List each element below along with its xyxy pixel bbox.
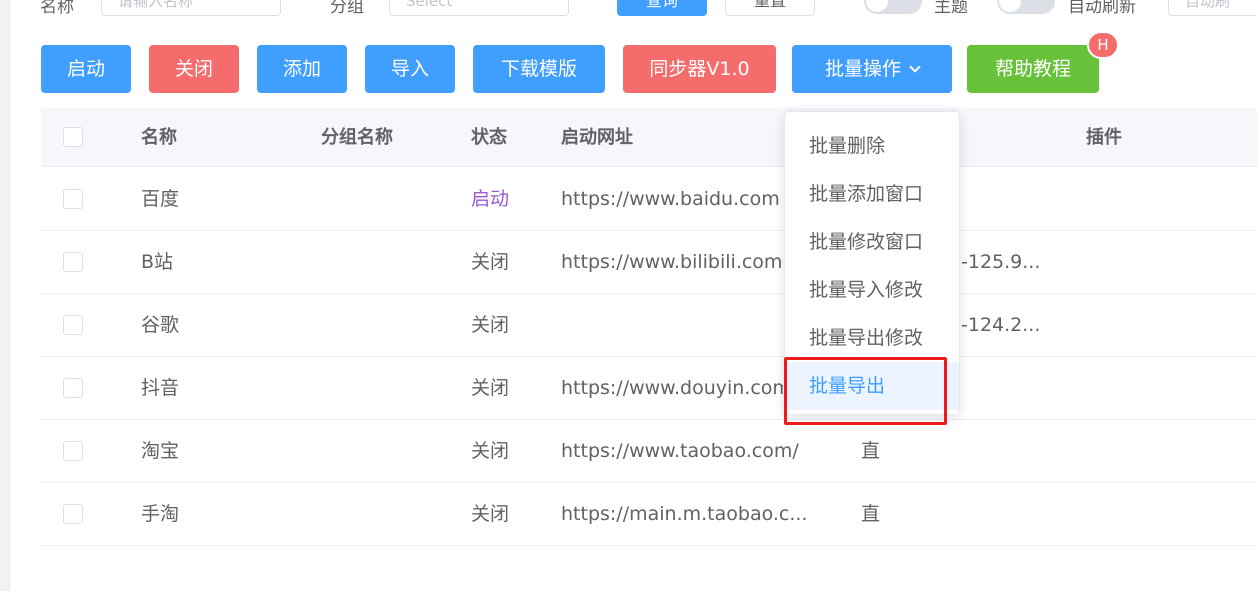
- start-button[interactable]: 启动: [41, 45, 131, 93]
- cell-name: 淘宝: [141, 440, 180, 462]
- menu-item-batch-import-edit[interactable]: 批量导入修改: [785, 266, 959, 314]
- extra-filter-input[interactable]: 自动刷: [1168, 0, 1257, 16]
- menu-item-batch-edit-window[interactable]: 批量修改窗口: [785, 218, 959, 266]
- add-button[interactable]: 添加: [257, 45, 347, 93]
- row-checkbox[interactable]: [63, 441, 83, 461]
- theme-switch-label: 主题: [934, 0, 968, 17]
- cell-status: 关闭: [471, 377, 510, 399]
- menu-item-batch-export-edit[interactable]: 批量导出修改: [785, 314, 959, 362]
- import-button[interactable]: 导入: [365, 45, 455, 93]
- search-button[interactable]: 查询: [617, 0, 707, 16]
- cell-name: 抖音: [141, 377, 180, 399]
- table-row[interactable]: 手淘 关闭 https://main.m.taobao.c... 直: [41, 483, 1257, 546]
- row-checkbox[interactable]: [63, 189, 83, 209]
- header-group: 分组名称: [321, 127, 393, 148]
- cell-url: https://www.bilibili.com: [561, 251, 783, 273]
- sync-button[interactable]: 同步器V1.0: [623, 45, 776, 93]
- cell-name: 百度: [141, 188, 180, 210]
- group-filter-select[interactable]: Select: [389, 0, 569, 16]
- header-url: 启动网址: [561, 127, 633, 148]
- help-badge: H: [1087, 31, 1119, 59]
- theme-switch[interactable]: [864, 0, 922, 14]
- cell-status: 关闭: [471, 314, 510, 336]
- table-header: 名称 分组名称 状态 启动网址 插件: [41, 108, 1257, 167]
- help-tutorial-button[interactable]: 帮助教程: [967, 45, 1099, 93]
- cell-name: 手淘: [141, 503, 180, 525]
- table-row[interactable]: 百度 启动 https://www.baidu.com: [41, 168, 1257, 231]
- auto-refresh-switch[interactable]: [997, 0, 1055, 14]
- batch-operations-label: 批量操作: [824, 58, 901, 80]
- group-filter-label: 分组: [330, 0, 364, 17]
- cell-url: https://www.baidu.com: [561, 188, 780, 210]
- chevron-down-icon: [909, 61, 921, 73]
- cell-extra: 直: [861, 440, 881, 462]
- cell-name: B站: [141, 251, 174, 273]
- row-checkbox[interactable]: [63, 252, 83, 272]
- batch-operations-button[interactable]: 批量操作: [792, 45, 952, 93]
- table-row[interactable]: 淘宝 关闭 https://www.taobao.com/ 直: [41, 420, 1257, 483]
- auto-refresh-label: 自动刷新: [1068, 0, 1136, 17]
- cell-status: 关闭: [471, 440, 510, 462]
- row-checkbox[interactable]: [63, 378, 83, 398]
- table-row[interactable]: B站 关闭 https://www.bilibili.com -125.9...: [41, 231, 1257, 294]
- header-status: 状态: [471, 127, 507, 148]
- cell-url: [561, 294, 783, 356]
- close-button[interactable]: 关闭: [149, 45, 239, 93]
- left-sidebar-edge: [0, 0, 10, 591]
- header-plugins: 插件: [1086, 127, 1122, 148]
- menu-item-batch-delete[interactable]: 批量删除: [785, 122, 959, 170]
- name-filter-input[interactable]: 请输入名称: [101, 0, 281, 16]
- cell-url: https://www.taobao.com/: [561, 440, 799, 462]
- cell-url: https://main.m.taobao.c...: [561, 503, 808, 525]
- table-row[interactable]: 谷歌 关闭 -124.2...: [41, 294, 1257, 357]
- table-row[interactable]: 抖音 关闭 https://www.douyin.com: [41, 357, 1257, 420]
- filter-row: 名称 请输入名称 分组 Select 查询 重置 主题 自动刷新 自动刷: [0, 0, 1257, 18]
- cell-extra: -125.9...: [961, 251, 1041, 273]
- name-filter-label: 名称: [40, 0, 74, 17]
- cell-extra: 直: [861, 503, 881, 525]
- header-name: 名称: [141, 127, 177, 148]
- annotation-highlight-box: [784, 357, 947, 425]
- row-checkbox[interactable]: [63, 315, 83, 335]
- row-checkbox[interactable]: [63, 504, 83, 524]
- cell-status: 启动: [471, 188, 510, 210]
- reset-button[interactable]: 重置: [725, 0, 815, 16]
- cell-extra: -124.2...: [961, 314, 1041, 336]
- cell-status: 关闭: [471, 251, 510, 273]
- download-template-button[interactable]: 下载模版: [473, 45, 605, 93]
- cell-url: https://www.douyin.com: [561, 377, 783, 399]
- select-all-checkbox[interactable]: [63, 127, 83, 147]
- menu-item-batch-add-window[interactable]: 批量添加窗口: [785, 170, 959, 218]
- cell-name: 谷歌: [141, 314, 180, 336]
- cell-status: 关闭: [471, 503, 510, 525]
